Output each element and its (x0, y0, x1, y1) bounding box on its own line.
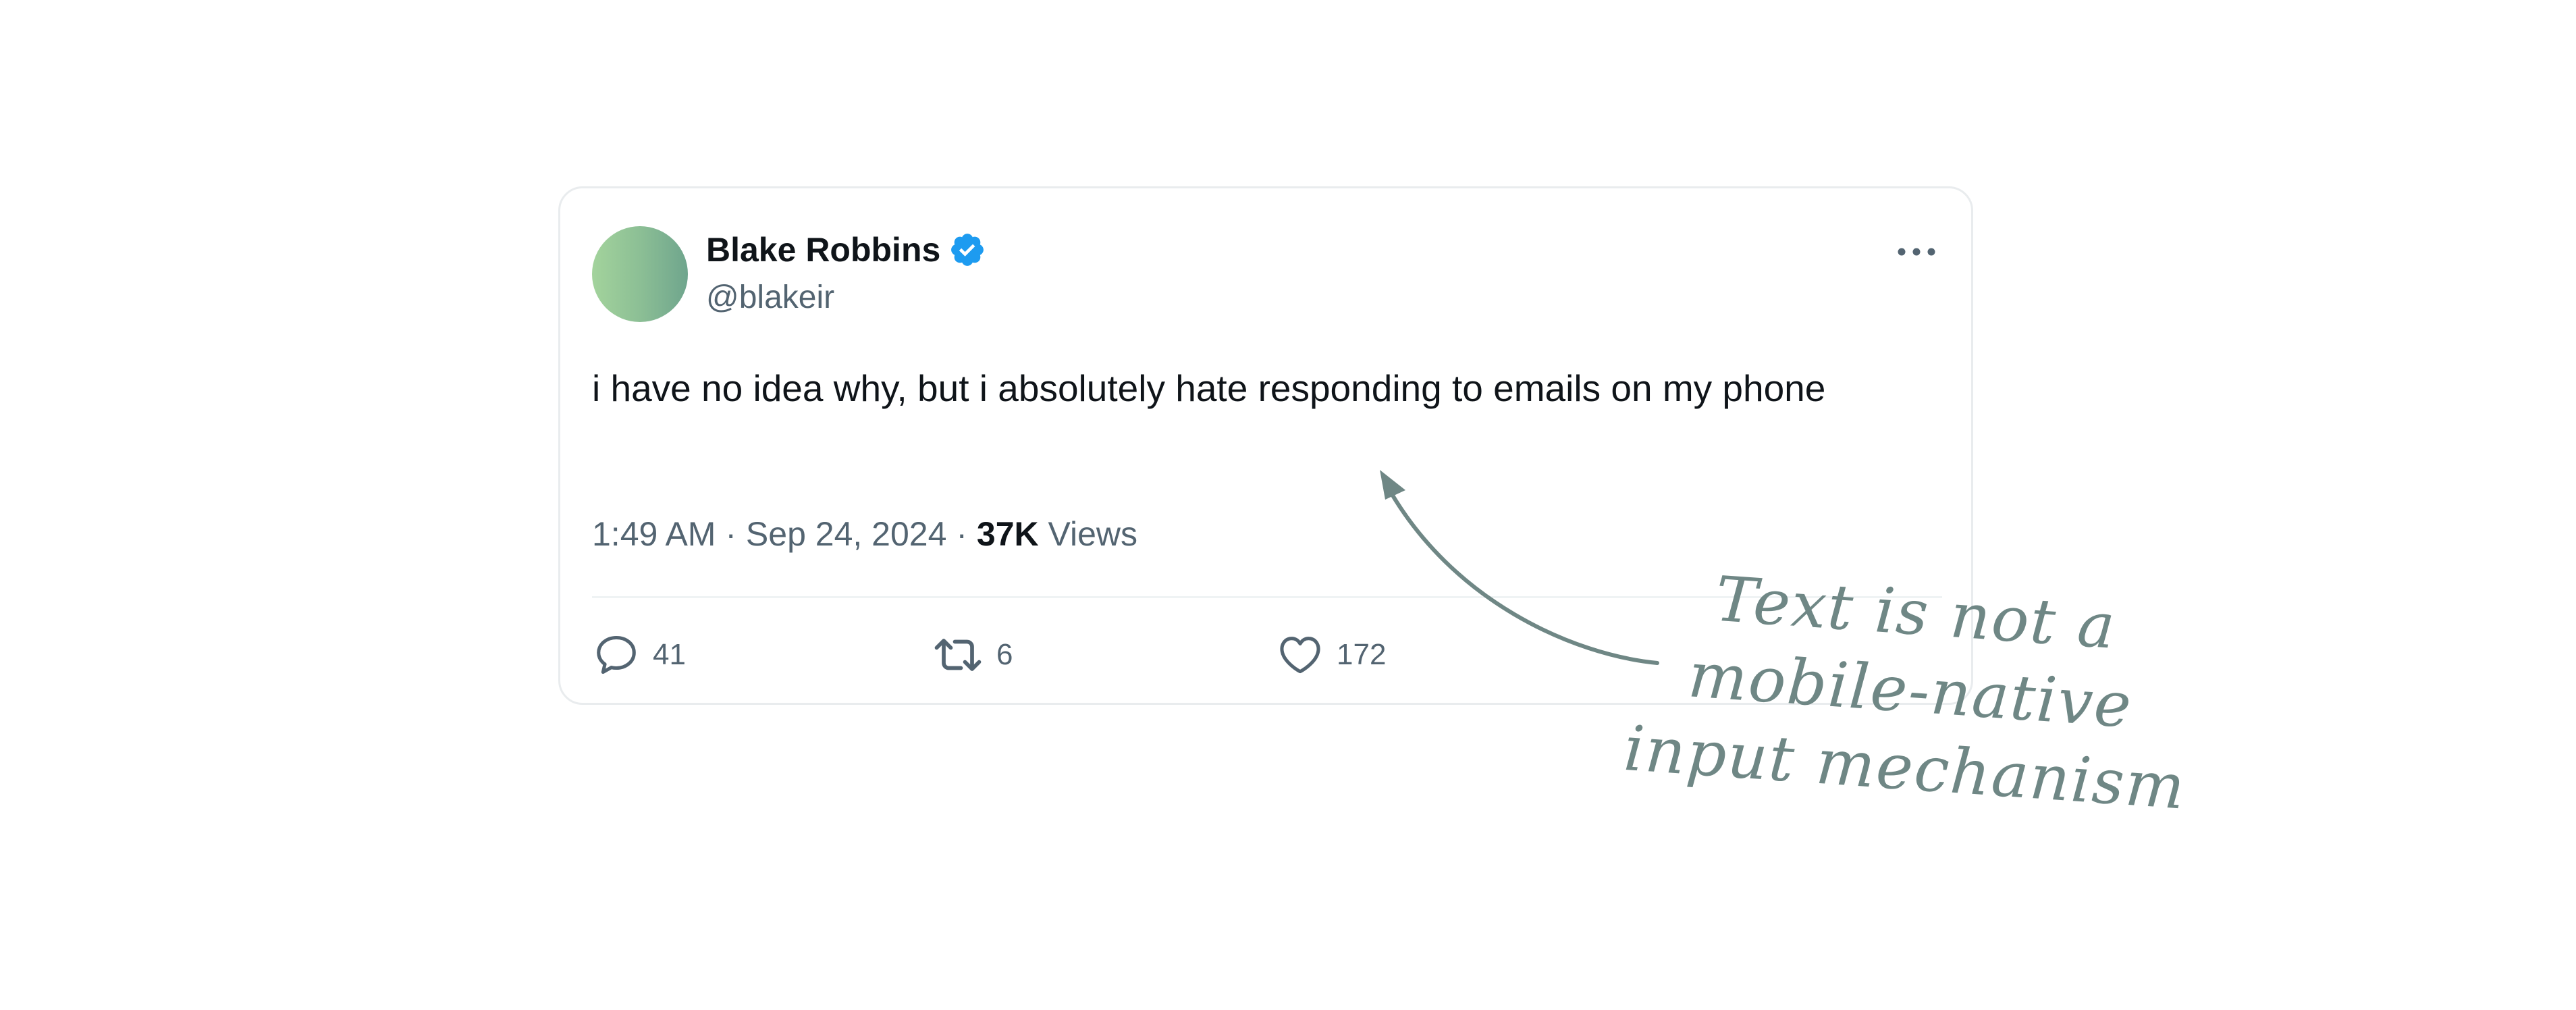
meta-separator: · (725, 515, 737, 553)
avatar[interactable] (592, 226, 688, 322)
reply-button[interactable]: 41 (592, 631, 686, 679)
views-count: 37K (976, 515, 1039, 553)
tweet-text: i have no idea why, but i absolutely hat… (592, 367, 1826, 409)
heart-icon (1280, 637, 1320, 674)
tweet-time[interactable]: 1:49 AM (592, 515, 716, 553)
views-label: Views (1048, 515, 1138, 553)
more-options-button[interactable] (1893, 238, 1940, 265)
author-name-row: Blake Robbins (706, 230, 986, 269)
retweet-count: 6 (996, 638, 1013, 671)
retweet-icon (934, 639, 982, 671)
verified-badge-icon (948, 231, 986, 269)
retweet-button[interactable]: 6 (932, 631, 1013, 679)
ellipsis-icon (1898, 248, 1935, 256)
author-handle[interactable]: @blakeir (706, 279, 834, 316)
annotation-text: Text is not a mobile-native input mechan… (1599, 553, 2222, 828)
tweet-date[interactable]: Sep 24, 2024 (746, 515, 947, 553)
meta-separator: · (956, 515, 967, 553)
speech-bubble-icon (597, 635, 636, 674)
tweet-meta: 1:49 AM · Sep 24, 2024 · 37K Views (592, 514, 1137, 554)
reply-count: 41 (653, 638, 686, 671)
author-display-name[interactable]: Blake Robbins (706, 230, 940, 269)
page: Blake Robbins @blakeir i have no idea wh… (0, 0, 2576, 1010)
